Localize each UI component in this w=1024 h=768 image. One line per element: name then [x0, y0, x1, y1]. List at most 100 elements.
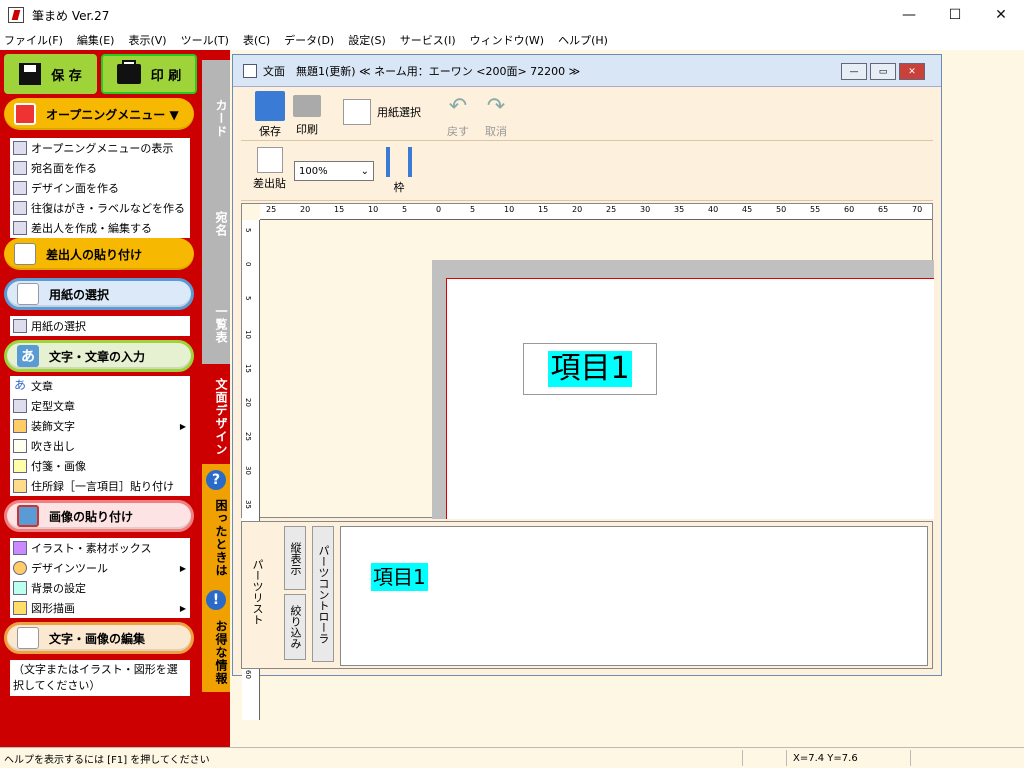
text-input-list: あ文章 定型文章 装飾文字 ▶ 吹き出し 付箋・画像 住所録［一言項目］貼り付け	[10, 376, 190, 496]
menu-file[interactable]: ファイル(F)	[4, 32, 63, 48]
opening-menu-header[interactable]: オープニングメニュー ▼	[4, 98, 194, 130]
list-item[interactable]: 宛名面を作る	[10, 158, 190, 178]
parts-list-item[interactable]: 項目1	[371, 563, 428, 591]
list-item[interactable]: 背景の設定	[10, 578, 190, 598]
horizontal-ruler: 25 20 15 10 5 0 5 10 15 20 25 30 35 40 4…	[260, 204, 932, 220]
sender-paste-button[interactable]: 差出人の貼り付け	[4, 238, 194, 270]
template-text-icon	[13, 399, 27, 413]
status-segment-3	[910, 750, 1020, 766]
toolbar-save-label: 保存	[259, 125, 281, 138]
filter-button[interactable]: 絞り込み	[284, 594, 306, 660]
frame-bars-icon	[386, 147, 412, 177]
image-frame-icon	[17, 505, 39, 527]
paper-select-header[interactable]: 用紙の選択	[4, 278, 194, 310]
list-item[interactable]: デザイン面を作る	[10, 178, 190, 198]
printer-icon	[116, 60, 141, 84]
menu-tools[interactable]: ツール(T)	[181, 32, 229, 48]
status-coords: X=7.4 Y=7.6	[786, 750, 906, 766]
vertical-display-button[interactable]: 縦表示	[284, 526, 306, 590]
paper-stack-icon	[343, 99, 371, 125]
list-item[interactable]: 吹き出し	[10, 436, 190, 456]
list-item[interactable]: デザインツール ▶	[10, 558, 190, 578]
tab-list[interactable]: 一覧表	[202, 262, 230, 364]
canvas-text-item[interactable]: 項目1	[523, 343, 657, 395]
toolbar-save-button[interactable]: 保存	[255, 87, 285, 139]
toolbar-paper-select-button[interactable]: 用紙選択	[343, 99, 421, 125]
zoom-select[interactable]: 100% ⌄	[294, 161, 374, 181]
floppy-icon	[255, 91, 285, 121]
tab-card[interactable]: カード	[202, 60, 230, 164]
menu-view[interactable]: 表示(V)	[128, 32, 166, 48]
doc-close-button[interactable]: ✕	[899, 63, 925, 80]
edit-note: （文字またはイラスト・図形を選択してください）	[10, 660, 190, 696]
paper-select-title: 用紙の選択	[49, 287, 110, 302]
document-window: 文面 無題1(更新) ≪ ネーム用：エーワン <200面> 72200 ≫ — …	[232, 54, 942, 720]
toolbar-redo-button[interactable]: ↷ 取消	[481, 87, 511, 139]
submenu-arrow-icon: ▶	[179, 563, 186, 573]
shape-icon	[13, 601, 27, 615]
list-item[interactable]: オープニングメニューの表示	[10, 138, 190, 158]
paper-select-list: 用紙の選択	[10, 316, 190, 336]
sticky-note-icon	[13, 459, 27, 473]
list-item[interactable]: 付箋・画像	[10, 456, 190, 476]
menu-window[interactable]: ウィンドウ(W)	[470, 32, 544, 48]
menu-help[interactable]: ヘルプ(H)	[558, 32, 608, 48]
print-label: 印 刷	[150, 68, 182, 84]
print-button[interactable]: 印 刷	[101, 54, 197, 94]
list-item[interactable]: 用紙の選択	[10, 316, 190, 336]
list-item[interactable]: 差出人を作成・編集する	[10, 218, 190, 238]
help-tab-label: 困ったときは	[214, 499, 228, 577]
document-title: 文面 無題1(更新) ≪ ネーム用：エーワン <200面> 72200 ≫	[263, 64, 581, 78]
toolbar-paper-select-label: 用紙選択	[377, 106, 421, 119]
list-item[interactable]: 住所録［一言項目］貼り付け	[10, 476, 190, 496]
toolbar-print-button[interactable]: 印刷	[293, 87, 321, 137]
toolbar-sashidashi-label: 差出貼	[253, 177, 286, 190]
doc-minimize-button[interactable]: —	[841, 63, 867, 80]
parts-list-area[interactable]: 項目1	[340, 526, 928, 666]
menu-table[interactable]: 表(C)	[243, 32, 270, 48]
doc-restore-button[interactable]: ▭	[870, 63, 896, 80]
illustration-box-icon	[13, 541, 27, 555]
tab-address[interactable]: 宛名	[202, 164, 230, 262]
canvas-area[interactable]: 25 20 15 10 5 0 5 10 15 20 25 30 35 40 4…	[241, 203, 934, 720]
edit-pen-icon	[17, 627, 39, 649]
list-item[interactable]: あ文章	[10, 376, 190, 396]
list-item[interactable]: 定型文章	[10, 396, 190, 416]
canvas-item-label: 項目1	[548, 351, 632, 387]
toolbar-bottom: 差出貼 100% ⌄ 枠	[241, 143, 933, 201]
menu-icon	[13, 141, 27, 155]
menu-edit[interactable]: 編集(E)	[77, 32, 115, 48]
address-icon	[13, 161, 27, 175]
printer-icon	[293, 95, 321, 117]
list-item[interactable]: 図形描画 ▶	[10, 598, 190, 618]
paper[interactable]: 項目1	[446, 278, 934, 519]
speech-bubble-icon	[13, 439, 27, 453]
menu-settings[interactable]: 設定(S)	[348, 32, 386, 48]
list-item[interactable]: 装飾文字 ▶	[10, 416, 190, 436]
toolbar-undo-button[interactable]: ↶ 戻す	[443, 87, 473, 139]
toolbar-frame-button[interactable]: 枠	[386, 143, 412, 195]
opening-menu-title: オープニングメニュー ▼	[46, 107, 179, 122]
list-item[interactable]: イラスト・素材ボックス	[10, 538, 190, 558]
left-panel: 保 存 印 刷 オープニングメニュー ▼ オープニングメニューの表示 宛名面を作…	[0, 50, 202, 747]
design-icon	[13, 181, 27, 195]
image-paste-header[interactable]: 画像の貼り付け	[4, 500, 194, 532]
tab-design[interactable]: 文面デザイン	[202, 364, 230, 464]
undo-icon: ↶	[448, 93, 468, 119]
sender-paste-icon	[256, 147, 283, 173]
list-item[interactable]: 往復はがき・ラベルなどを作る	[10, 198, 190, 218]
maximize-button[interactable]: ☐	[932, 0, 978, 30]
edit-header[interactable]: 文字・画像の編集	[4, 622, 194, 654]
toolbar-sashidashi-button[interactable]: 差出貼	[253, 143, 286, 191]
window-title: 筆まめ Ver.27	[32, 8, 110, 23]
window-grid-icon	[14, 103, 36, 125]
menu-service[interactable]: サービス(I)	[400, 32, 456, 48]
text-input-header[interactable]: あ 文字・文章の入力	[4, 340, 194, 372]
close-button[interactable]: ✕	[978, 0, 1024, 30]
status-bar: ヘルプを表示するには [F1] を押してください X=7.4 Y=7.6	[0, 747, 1024, 768]
parts-controller-button[interactable]: パーツコントローラ	[312, 526, 334, 662]
menu-data[interactable]: データ(D)	[284, 32, 334, 48]
submenu-arrow-icon: ▶	[179, 603, 186, 613]
minimize-button[interactable]: —	[886, 0, 932, 30]
save-button[interactable]: 保 存	[4, 54, 97, 94]
